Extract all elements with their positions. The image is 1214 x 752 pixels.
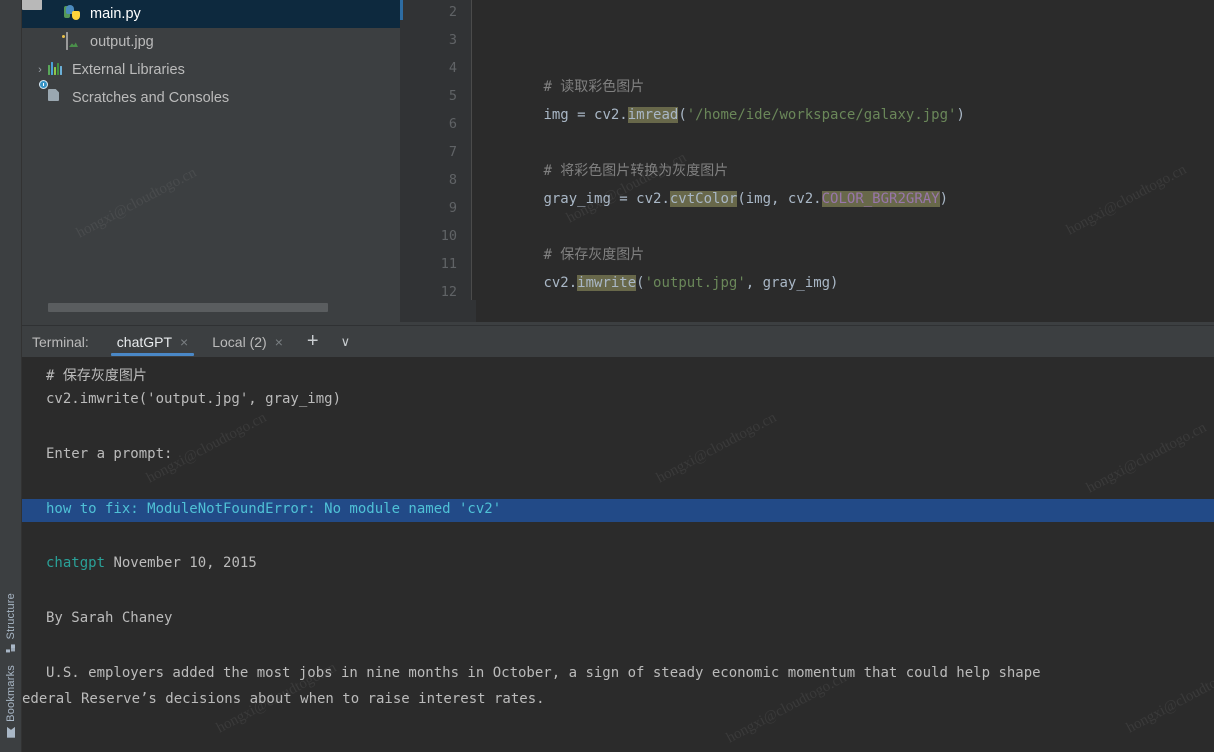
tree-item-label: output.jpg <box>90 34 154 50</box>
code-token: img = cv2. <box>543 107 627 123</box>
code-line-7: gray_img = cv2.cvtColor(img, cv2.COLOR_B… <box>476 172 948 226</box>
terminal-line: # 保存灰度图片 <box>46 365 147 385</box>
chevron-down-icon[interactable]: ∨ <box>331 334 361 350</box>
line-number: 11 <box>417 256 457 272</box>
structure-icon <box>7 644 16 653</box>
code-token: ) <box>956 107 964 123</box>
tree-item-label: Scratches and Consoles <box>72 90 229 106</box>
close-icon[interactable]: × <box>180 335 188 349</box>
scrollbar-thumb[interactable] <box>48 303 328 312</box>
python-file-icon <box>66 5 84 23</box>
scratches-icon <box>48 89 66 107</box>
bookmark-icon <box>7 727 15 738</box>
line-number: 6 <box>417 116 457 132</box>
tree-item-external-libraries[interactable]: › External Libraries <box>22 56 420 84</box>
left-tool-strip: Structure Bookmarks <box>0 0 22 752</box>
tab-chatgpt[interactable]: chatGPT × <box>105 326 200 358</box>
line-number: 4 <box>417 60 457 76</box>
line-number: 7 <box>417 144 457 160</box>
tab-chatgpt-label: chatGPT <box>117 334 172 350</box>
code-token: , gray_img) <box>746 275 839 291</box>
tree-item-scratches-and-consoles[interactable]: Scratches and Consoles <box>22 84 420 112</box>
code-editor[interactable]: 2 3 4 5 6 7 8 9 10 11 12 # 读取彩色图片 img = … <box>400 0 1214 322</box>
tree-item-main-py[interactable]: main.py <box>22 0 420 28</box>
close-icon[interactable]: × <box>275 335 283 349</box>
code-token: cvtColor <box>670 191 737 207</box>
tab-local-2-label: Local (2) <box>212 334 266 350</box>
external-libraries-icon <box>48 61 66 79</box>
ide-window: Structure Bookmarks main.py <box>0 0 1214 752</box>
terminal-selected-prompt[interactable]: how to fix: ModuleNotFoundError: No modu… <box>22 499 1214 522</box>
code-token: COLOR_BGR2GRAY <box>822 191 940 207</box>
terminal-line: Enter a prompt: <box>46 446 172 462</box>
terminal-body-line-1: U.S. employers added the most jobs in ni… <box>46 665 1041 681</box>
editor-gutter: 2 3 4 5 6 7 8 9 10 11 12 <box>400 0 472 322</box>
terminal-output[interactable]: # 保存灰度图片 cv2.imwrite('output.jpg', gray_… <box>22 357 1214 752</box>
line-number: 5 <box>417 88 457 104</box>
terminal-label: Terminal: <box>32 334 89 350</box>
sidebar-tab-structure[interactable]: Structure <box>5 587 17 659</box>
add-terminal-icon[interactable]: + <box>295 330 331 353</box>
line-number: 9 <box>417 200 457 216</box>
line-number: 2 <box>417 4 457 20</box>
gutter-current-line-marker <box>400 0 403 20</box>
terminal-byline: By Sarah Chaney <box>46 610 172 626</box>
line-number: 8 <box>417 172 457 188</box>
code-token: ( <box>678 107 686 123</box>
sidebar-tab-bookmarks-label: Bookmarks <box>5 665 17 722</box>
response-author: chatgpt <box>46 555 105 571</box>
code-token: imwrite <box>577 275 636 291</box>
tree-item-label: External Libraries <box>72 62 185 78</box>
tool-strip-tabs: Structure Bookmarks <box>0 587 22 752</box>
response-date: November 10, 2015 <box>113 555 256 571</box>
project-horizontal-scrollbar[interactable] <box>48 303 418 312</box>
tree-item-output-jpg[interactable]: output.jpg <box>22 28 420 56</box>
image-file-icon <box>66 33 84 51</box>
code-token: '/home/ide/workspace/galaxy.jpg' <box>687 107 957 123</box>
tree-item-label: main.py <box>90 6 141 22</box>
terminal-line: cv2.imwrite('output.jpg', gray_img) <box>46 391 341 407</box>
code-token: cv2. <box>543 275 577 291</box>
code-token: 'output.jpg' <box>645 275 746 291</box>
project-tree-panel: main.py output.jpg › External Libraries … <box>22 0 420 322</box>
terminal-response-header: chatgpt November 10, 2015 <box>46 555 257 571</box>
editor-bottom-strip <box>400 300 1214 322</box>
terminal-tab-bar: Terminal: chatGPT × Local (2) × + ∨ <box>22 325 1214 357</box>
line-number: 12 <box>417 284 457 300</box>
line-number: 10 <box>417 228 457 244</box>
code-line-4: img = cv2.imread('/home/ide/workspace/ga… <box>476 88 965 142</box>
terminal-body-line-2: ederal Reserve’s decisions about when to… <box>22 691 545 707</box>
code-token: imread <box>628 107 679 123</box>
tab-local-2[interactable]: Local (2) × <box>200 326 295 358</box>
code-token: gray_img = cv2. <box>543 191 669 207</box>
code-token: ) <box>940 191 948 207</box>
code-text-area[interactable]: # 读取彩色图片 img = cv2.imread('/home/ide/wor… <box>476 0 1214 322</box>
sidebar-tab-bookmarks[interactable]: Bookmarks <box>5 659 17 744</box>
chevron-right-icon[interactable]: › <box>32 64 48 76</box>
code-token: ( <box>636 275 644 291</box>
terminal-prompt-text: how to fix: ModuleNotFoundError: No modu… <box>46 501 501 517</box>
sidebar-tab-structure-label: Structure <box>5 593 17 639</box>
code-token: (img, cv2. <box>737 191 821 207</box>
line-number: 3 <box>417 32 457 48</box>
folder-icon <box>22 0 42 10</box>
